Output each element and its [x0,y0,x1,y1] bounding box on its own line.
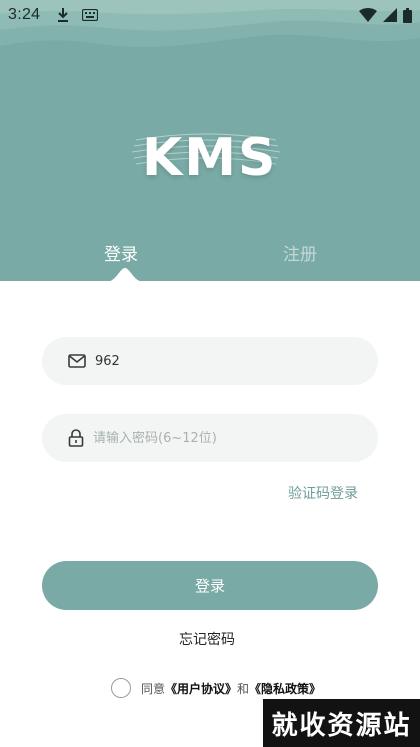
header-banner: 3:24 KMS 登录 注册 [0,0,420,281]
signal-icon [383,8,397,22]
wifi-icon [359,8,377,22]
mail-icon [68,354,86,368]
status-time: 3:24 [8,6,41,23]
password-field[interactable] [42,414,378,462]
user-agreement-link[interactable]: 《用户协议》 [165,680,237,697]
tab-register[interactable]: 注册 [283,240,317,265]
code-login-link[interactable]: 验证码登录 [288,483,358,503]
lock-icon [68,429,84,447]
password-input[interactable] [93,430,323,446]
agree-prefix: 同意 [141,681,166,696]
watermark: 就收资源站 [263,699,420,747]
email-field[interactable] [42,337,378,385]
logo-text: KMS [142,128,278,188]
kms-logo: KMS [132,118,280,188]
status-bar: 3:24 [0,0,420,30]
agreement-radio[interactable] [111,678,131,698]
tab-login[interactable]: 登录 [104,240,138,265]
agree-conjunction: 和 [237,681,250,696]
download-icon [58,8,69,22]
login-button[interactable]: 登录 [42,561,378,610]
keyboard-icon [82,9,99,21]
agreement-row: 同意 《用户协议》 和 《隐私政策》 [111,677,321,699]
forgot-password-link[interactable]: 忘记密码 [179,629,235,649]
privacy-policy-link[interactable]: 《隐私政策》 [249,680,321,697]
active-tab-indicator [110,268,140,281]
battery-icon [403,7,412,23]
email-input[interactable] [95,353,325,369]
auth-tabs: 登录 注册 [0,236,420,281]
